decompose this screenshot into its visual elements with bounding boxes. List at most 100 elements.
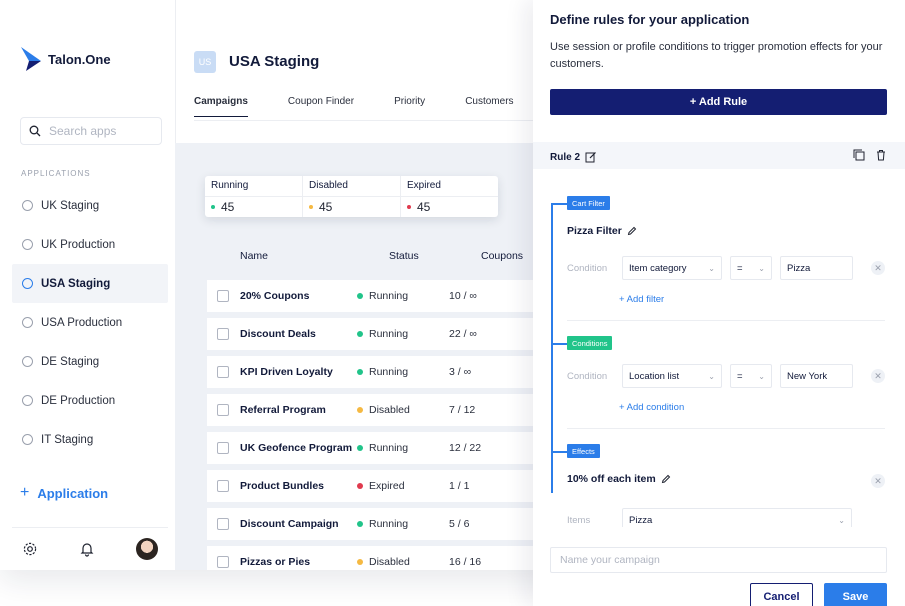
main-panel: US USA Staging Campaigns Coupon Finder P… [175,0,560,570]
add-condition-link[interactable]: + Add condition [619,402,684,413]
sidebar-item-uk-production[interactable]: UK Production [12,225,168,264]
condition-label: Condition [567,370,608,382]
campaign-name[interactable]: UK Geofence Program [240,442,352,454]
cart-filter-name: Pizza Filter [567,225,637,237]
save-button[interactable]: Save [824,583,887,606]
row-checkbox[interactable] [217,366,229,378]
campaign-name[interactable]: Discount Deals [240,328,316,340]
items-select[interactable]: Pizza ⌄ [622,508,852,527]
status-dot [357,369,363,375]
plus-icon: + [20,484,30,501]
table-row[interactable]: Discount Deals Running 22 / ∞ [207,318,560,350]
add-filter-link[interactable]: + Add filter [619,294,664,305]
table-row[interactable]: 20% Coupons Running 10 / ∞ [207,280,560,312]
campaign-name[interactable]: Product Bundles [240,480,324,492]
search-box[interactable] [20,117,162,145]
radio-icon [22,200,33,211]
radio-icon [22,356,33,367]
pencil-icon[interactable] [627,226,637,236]
row-checkbox[interactable] [217,404,229,416]
chevron-down-icon: ⌄ [838,515,845,525]
logo-text: Talon.One [48,51,111,67]
tab-coupon-finder[interactable]: Coupon Finder [288,96,354,117]
campaign-name[interactable]: Referral Program [240,404,326,416]
copy-icon[interactable] [853,149,865,161]
pencil-icon[interactable] [661,474,671,484]
logo[interactable]: Talon.One [20,46,111,72]
add-application-button[interactable]: + Application [20,484,108,502]
sidebar-item-label: USA Staging [41,277,111,290]
rule-tree-line [551,203,553,493]
sidebar-item-usa-staging[interactable]: USA Staging [12,264,168,303]
status-label: Running [369,442,409,454]
status-dot [357,445,363,451]
items-label: Items [567,514,591,526]
edit-icon[interactable] [585,151,597,163]
column-header-coupons[interactable]: Coupons [481,250,523,262]
sidebar-item-de-staging[interactable]: DE Staging [12,342,168,381]
row-checkbox[interactable] [217,290,229,302]
tree-connector [551,451,567,453]
add-rule-button[interactable]: + Add Rule [550,89,887,115]
radio-icon [22,278,33,289]
campaign-name[interactable]: 20% Coupons [240,290,309,302]
cancel-button[interactable]: Cancel [750,583,813,606]
campaign-status: Running [357,290,408,302]
operator-select[interactable]: = ⌄ [730,364,772,388]
add-application-label: Application [37,485,109,501]
row-checkbox[interactable] [217,556,229,568]
rule-label: Rule 2 [550,151,581,163]
stat-running[interactable]: Running 45 [205,176,303,217]
campaign-name[interactable]: Discount Campaign [240,518,339,530]
table-row[interactable]: KPI Driven Loyalty Running 3 / ∞ [207,356,560,388]
value-input[interactable]: New York [780,364,853,388]
column-header-name[interactable]: Name [240,250,268,262]
sidebar-item-uk-staging[interactable]: UK Staging [12,186,168,225]
tab-customers[interactable]: Customers [465,96,513,117]
tree-connector [551,203,567,205]
sidebar-item-usa-production[interactable]: USA Production [12,303,168,342]
stat-disabled[interactable]: Disabled 45 [303,176,401,217]
table-row[interactable]: Pizzas or Pies Disabled 16 / 16 [207,546,560,570]
row-checkbox[interactable] [217,442,229,454]
table-row[interactable]: Referral Program Disabled 7 / 12 [207,394,560,426]
remove-icon[interactable]: ✕ [871,369,885,383]
status-dot [407,205,411,209]
remove-icon[interactable]: ✕ [871,261,885,275]
search-icon [29,125,41,137]
stat-expired[interactable]: Expired 45 [401,176,498,217]
stat-label: Expired [407,180,441,191]
campaign-name[interactable]: Pizzas or Pies [240,556,310,568]
table-row[interactable]: UK Geofence Program Running 12 / 22 [207,432,560,464]
tab-priority[interactable]: Priority [394,96,425,117]
row-checkbox[interactable] [217,328,229,340]
sidebar-item-de-production[interactable]: DE Production [12,381,168,420]
campaign-name-input[interactable] [550,547,887,573]
value-input[interactable]: Pizza [780,256,853,280]
campaign-name[interactable]: KPI Driven Loyalty [240,366,333,378]
items-value: Pizza [629,514,653,526]
gear-icon[interactable] [22,541,38,557]
attribute-select[interactable]: Item category ⌄ [622,256,722,280]
tab-campaigns[interactable]: Campaigns [194,96,248,117]
avatar[interactable] [136,538,158,560]
column-header-status[interactable]: Status [389,250,419,262]
trash-icon[interactable] [875,149,887,161]
bell-icon[interactable] [79,541,95,557]
operator-select[interactable]: = ⌄ [730,256,772,280]
row-checkbox[interactable] [217,480,229,492]
operator-value: = [737,370,743,382]
status-label: Running [369,328,409,340]
remove-icon[interactable]: ✕ [871,474,885,488]
attribute-select[interactable]: Location list ⌄ [622,364,722,388]
table-row[interactable]: Discount Campaign Running 5 / 6 [207,508,560,540]
row-checkbox[interactable] [217,518,229,530]
campaign-status: Running [357,518,408,530]
status-dot [211,205,215,209]
table-row[interactable]: Product Bundles Expired 1 / 1 [207,470,560,502]
page-header: US USA Staging Campaigns Coupon Finder P… [175,0,560,143]
workspace-badge: US [194,51,216,73]
search-input[interactable] [49,124,149,138]
sidebar-item-it-staging[interactable]: IT Staging [12,420,168,459]
chevron-down-icon: ⌄ [758,371,765,381]
